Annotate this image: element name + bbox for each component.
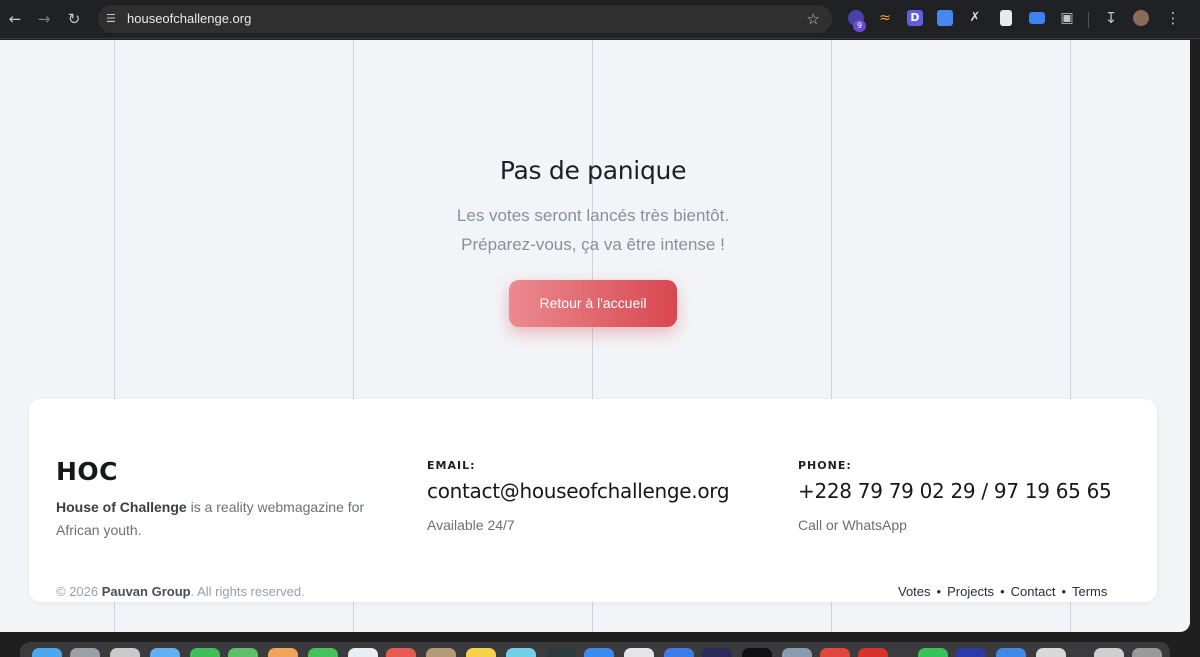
email-label: EMAIL: xyxy=(427,459,476,472)
page-title: Pas de panique xyxy=(499,156,687,185)
hero-subtitle-line-2: Préparez-vous, ça va être intense ! xyxy=(461,235,725,254)
app-icon[interactable] xyxy=(702,648,732,657)
app-icon[interactable] xyxy=(664,648,694,657)
address-bar[interactable]: ☰ houseofchallenge.org ☆ xyxy=(98,5,832,33)
app-icon[interactable] xyxy=(996,648,1026,657)
app-icon[interactable] xyxy=(624,648,654,657)
rights-text: . All rights reserved. xyxy=(190,584,305,599)
link-separator: • xyxy=(1061,584,1066,599)
stickies-app-icon[interactable] xyxy=(466,648,496,657)
app-icon[interactable] xyxy=(782,648,812,657)
link-separator: • xyxy=(936,584,942,599)
toolbar-divider xyxy=(1088,12,1089,28)
footer-link-projects[interactable]: Projects xyxy=(947,584,994,599)
calendar-app-icon[interactable] xyxy=(386,648,416,657)
bookmark-star-icon[interactable]: ☆ xyxy=(807,10,820,28)
footer-links: Votes • Projects • Contact • Terms xyxy=(898,584,1107,599)
screen-capture-icon[interactable] xyxy=(1029,12,1045,24)
brand-name: House of Challenge xyxy=(56,499,187,515)
back-to-home-button[interactable]: Retour à l'accueil xyxy=(509,280,677,327)
app-icon[interactable] xyxy=(956,648,986,657)
color-picker-icon[interactable]: ✗ xyxy=(967,10,983,26)
reload-icon[interactable]: ↻ xyxy=(64,9,84,29)
rss-icon[interactable]: ≈ xyxy=(877,10,893,26)
launchpad-app-icon[interactable] xyxy=(70,648,100,657)
app-icon[interactable] xyxy=(858,648,888,657)
footer-link-votes[interactable]: Votes xyxy=(898,584,931,599)
contacts-app-icon[interactable] xyxy=(348,648,378,657)
document-icon[interactable] xyxy=(1000,10,1012,26)
link-separator: • xyxy=(1000,584,1005,599)
app-icon[interactable] xyxy=(1036,648,1066,657)
trash-icon[interactable] xyxy=(1132,648,1162,657)
dashlane-d-icon[interactable]: D xyxy=(907,10,923,26)
translate-icon[interactable] xyxy=(937,10,953,26)
email-availability-note: Available 24/7 xyxy=(427,517,515,533)
maps-app-icon[interactable] xyxy=(228,648,258,657)
safari-app-icon[interactable] xyxy=(150,648,180,657)
forward-arrow-icon[interactable]: → xyxy=(34,9,54,29)
page-viewport: Pas de panique Les votes seront lancés t… xyxy=(0,40,1190,632)
extension-badge: 9 xyxy=(853,20,866,32)
app-icon[interactable] xyxy=(820,648,850,657)
app-icon[interactable] xyxy=(546,648,576,657)
company-name: Pauvan Group xyxy=(101,584,191,599)
brand-logo-text[interactable]: HOC xyxy=(56,457,118,486)
photos-app-icon[interactable] xyxy=(268,648,298,657)
footer-link-contact[interactable]: Contact xyxy=(1011,584,1056,599)
site-settings-icon[interactable]: ☰ xyxy=(106,11,120,27)
app-icon[interactable] xyxy=(1094,648,1124,657)
messages-app-icon[interactable] xyxy=(190,648,220,657)
url-text[interactable]: houseofchallenge.org xyxy=(127,11,251,27)
hero-subtitle-line-1: Les votes seront lancés très bientôt. xyxy=(456,206,730,225)
window-edge xyxy=(1190,40,1200,632)
terminal-app-icon[interactable] xyxy=(742,648,772,657)
phone-link[interactable]: +228 79 79 02 29 / 97 19 65 65 xyxy=(798,479,1112,503)
menu-kebab-icon[interactable]: ⋮ xyxy=(1165,10,1181,26)
copyright-text: © 2026 Pauvan Group. All rights reserved… xyxy=(56,584,305,599)
brand-description: House of Challenge is a reality webmagaz… xyxy=(56,496,386,542)
notes-app-icon[interactable] xyxy=(426,648,456,657)
app-icon[interactable] xyxy=(506,648,536,657)
phone-label: PHONE: xyxy=(798,459,852,472)
browser-toolbar: ← → ↻ ☰ houseofchallenge.org ☆ 9 ≈ D ✗ ▣… xyxy=(0,0,1200,39)
app-icon[interactable] xyxy=(110,648,140,657)
extensions-puzzle-icon[interactable]: ▣ xyxy=(1059,10,1075,26)
copyright-prefix: © 2026 xyxy=(56,584,102,599)
download-icon[interactable]: ↧ xyxy=(1103,10,1119,26)
whatsapp-app-icon[interactable] xyxy=(918,648,948,657)
finder-app-icon[interactable] xyxy=(32,648,62,657)
footer-link-terms[interactable]: Terms xyxy=(1072,584,1107,599)
email-link[interactable]: contact@houseofchallenge.org xyxy=(427,479,730,503)
profile-avatar-icon[interactable] xyxy=(1133,10,1149,26)
app-store-app-icon[interactable] xyxy=(584,648,614,657)
footer-contact-card: HOC House of Challenge is a reality webm… xyxy=(29,399,1157,602)
facetime-app-icon[interactable] xyxy=(308,648,338,657)
phone-contact-note: Call or WhatsApp xyxy=(798,517,907,533)
back-arrow-icon[interactable]: ← xyxy=(5,9,25,29)
